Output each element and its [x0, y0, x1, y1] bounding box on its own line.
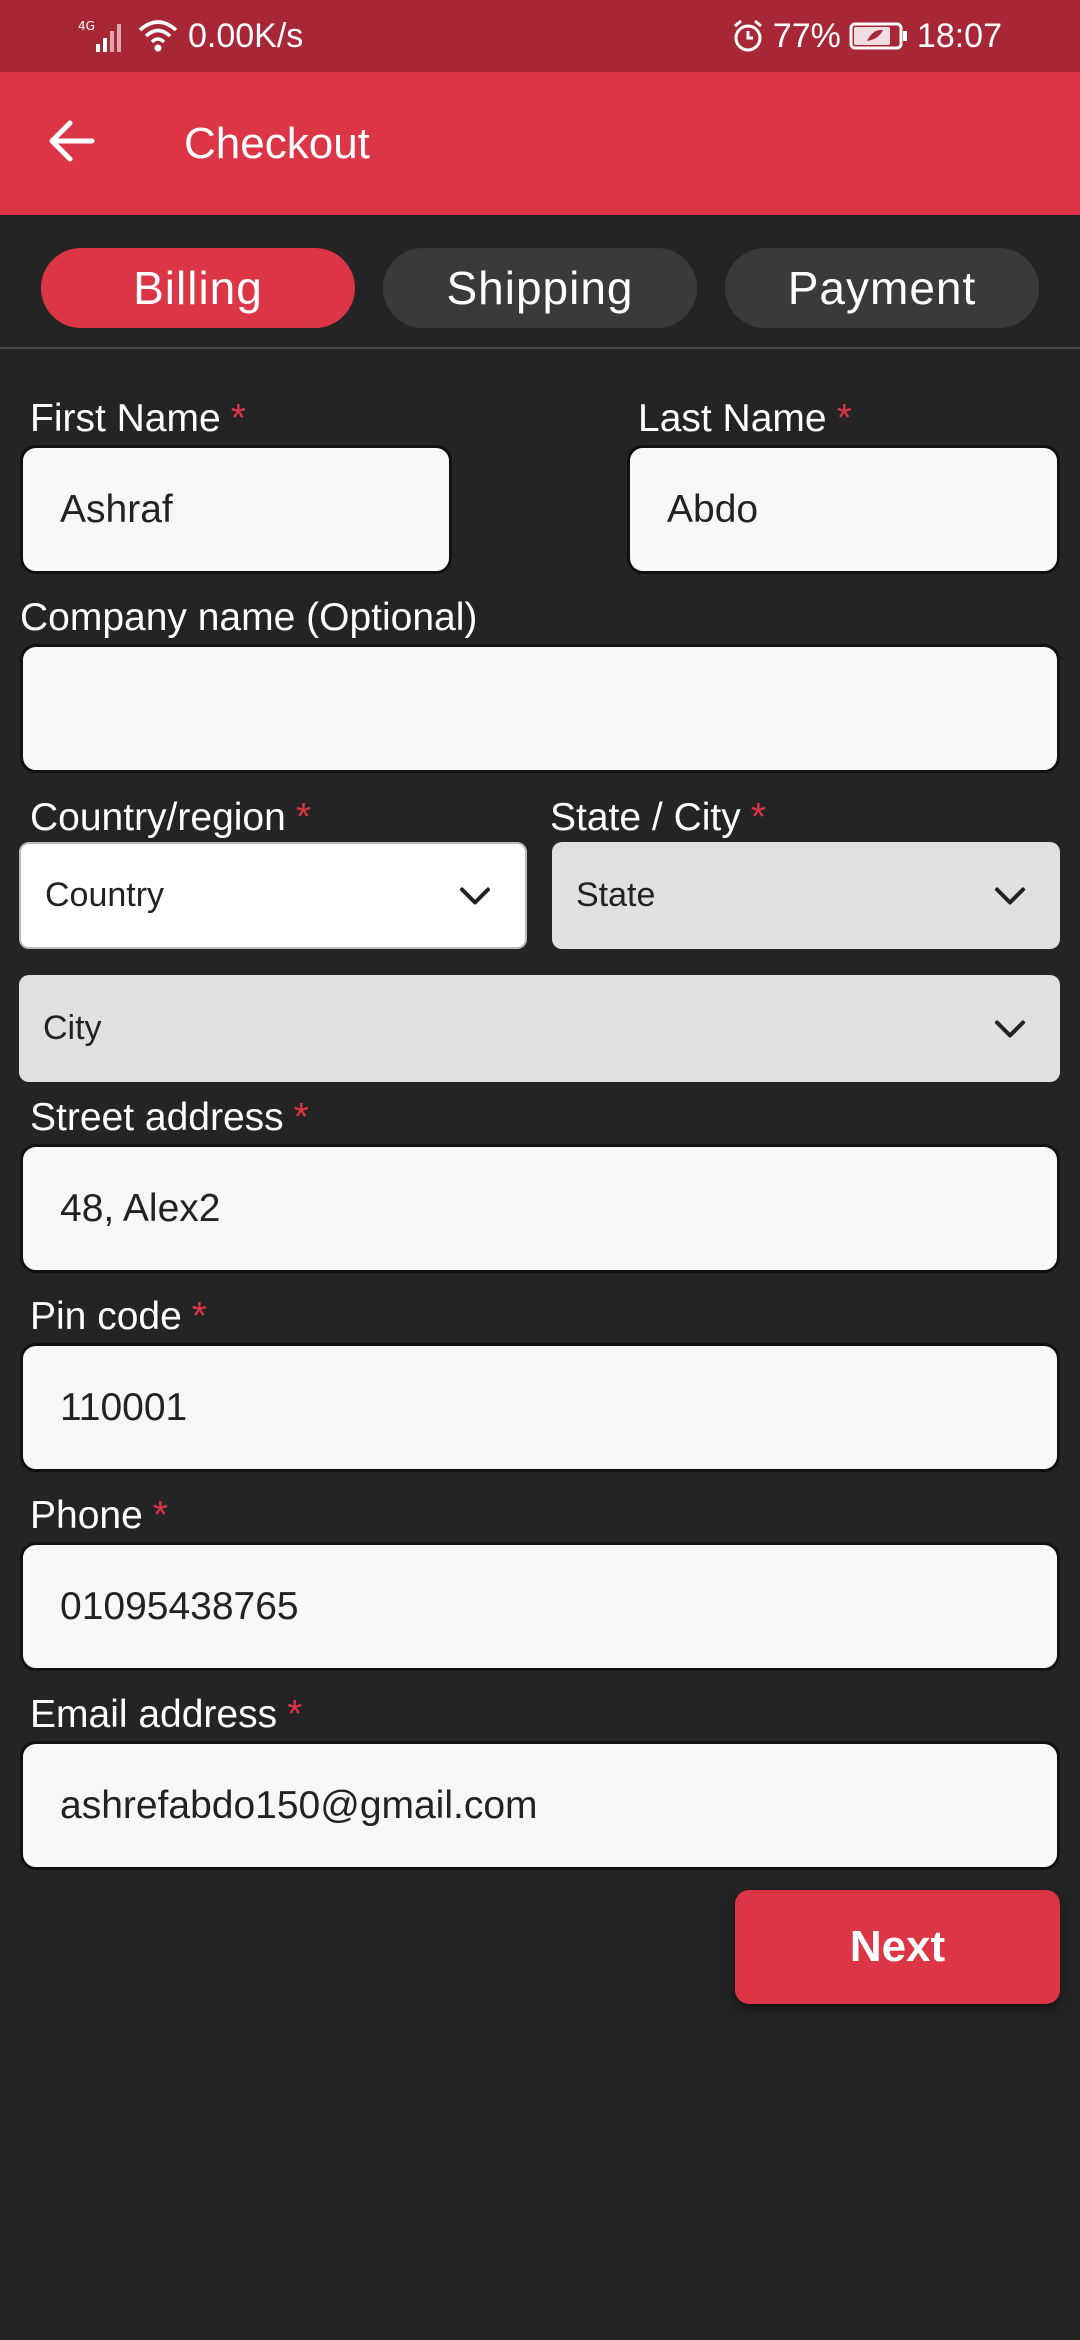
- alarm-icon: [731, 19, 765, 53]
- battery-icon: [849, 21, 909, 51]
- checkout-tabs: Billing Shipping Payment: [0, 215, 1080, 349]
- app-bar: Checkout: [0, 72, 1080, 215]
- next-button[interactable]: Next: [735, 1890, 1060, 2004]
- tab-payment[interactable]: Payment: [725, 248, 1039, 328]
- signal-icon: 4G: [78, 18, 128, 54]
- wifi-icon: [138, 20, 178, 52]
- email-label: Email address *: [30, 1693, 303, 1736]
- page-title: Checkout: [184, 119, 370, 168]
- state-select[interactable]: State: [552, 842, 1060, 949]
- state-city-label: State / City *: [550, 796, 766, 839]
- required-marker: *: [295, 796, 311, 839]
- last-name-field[interactable]: Abdo: [627, 445, 1060, 574]
- svg-text:4G: 4G: [78, 19, 95, 33]
- chevron-down-icon: [994, 876, 1026, 915]
- required-marker: *: [191, 1295, 207, 1338]
- required-marker: *: [152, 1494, 168, 1537]
- required-marker: *: [287, 1693, 303, 1736]
- country-select[interactable]: Country: [19, 842, 527, 949]
- chevron-down-icon: [994, 1009, 1026, 1048]
- clock: 18:07: [916, 17, 1002, 55]
- required-marker: *: [836, 397, 852, 440]
- pin-label: Pin code *: [30, 1295, 207, 1338]
- arrow-left-icon: [46, 119, 96, 168]
- street-field[interactable]: 48, Alex2: [20, 1144, 1060, 1273]
- street-label: Street address *: [30, 1096, 309, 1139]
- city-select-value: City: [43, 1009, 102, 1047]
- country-select-value: Country: [45, 876, 165, 914]
- required-marker: *: [750, 796, 766, 839]
- email-field[interactable]: ashrefabdo150@gmail.com: [20, 1741, 1060, 1870]
- phone-label: Phone *: [30, 1494, 168, 1537]
- required-marker: *: [230, 397, 246, 440]
- tab-shipping[interactable]: Shipping: [383, 248, 697, 328]
- network-speed: 0.00K/s: [188, 17, 304, 55]
- city-select[interactable]: City: [19, 975, 1060, 1082]
- country-label: Country/region *: [30, 796, 311, 839]
- back-button[interactable]: [36, 108, 106, 178]
- state-select-value: State: [576, 876, 656, 914]
- first-name-label: First Name *: [30, 397, 246, 440]
- pin-field[interactable]: 110001: [20, 1343, 1060, 1472]
- phone-field[interactable]: 01095438765: [20, 1542, 1060, 1671]
- battery-percent: 77%: [772, 17, 841, 55]
- chevron-down-icon: [459, 876, 491, 915]
- required-marker: *: [293, 1096, 309, 1139]
- company-field[interactable]: [20, 644, 1060, 773]
- company-label: Company name (Optional): [20, 596, 478, 639]
- last-name-label: Last Name *: [638, 397, 852, 440]
- tab-billing[interactable]: Billing: [41, 248, 355, 328]
- status-bar: 4G 0.00K/s 77% 18:07: [0, 0, 1080, 72]
- first-name-field[interactable]: Ashraf: [20, 445, 452, 574]
